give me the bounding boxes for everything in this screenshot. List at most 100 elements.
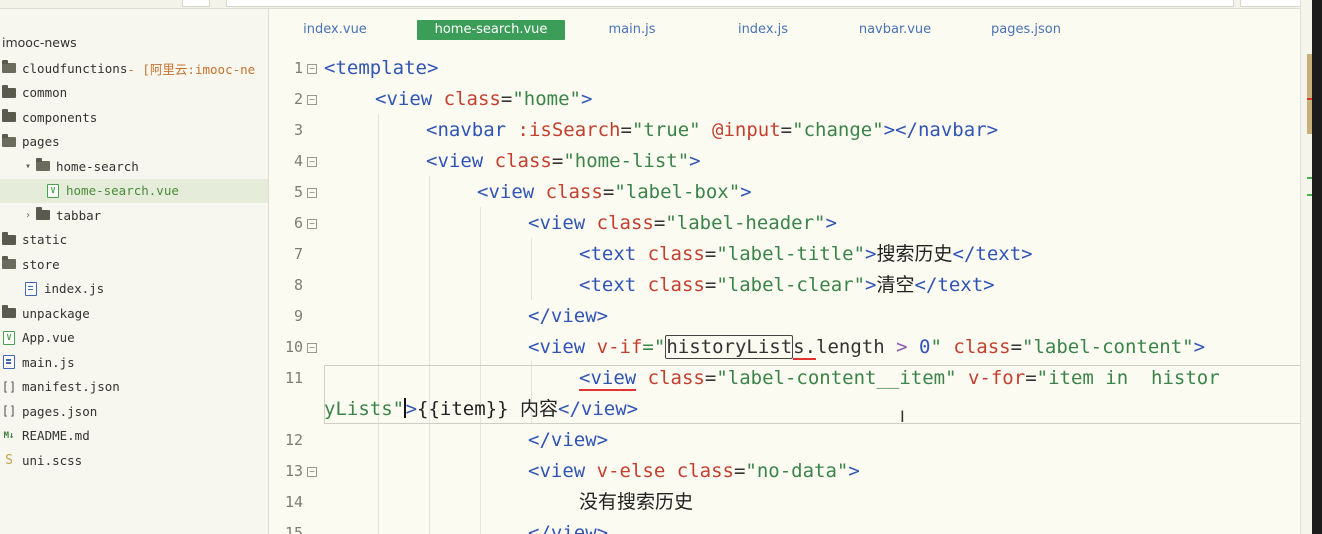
tree-item-uni-scss[interactable]: Suni.scss [0, 448, 268, 472]
line-number: 13 [284, 462, 303, 480]
tree-item-label: home-search.vue [66, 183, 179, 198]
tab-main-js[interactable]: main.js [580, 20, 684, 40]
tree-item-label: cloudfunctions [22, 60, 128, 76]
vue-file-icon: V [44, 183, 62, 199]
markdown-file-icon: M↓ [3, 430, 15, 441]
tree-item-pages[interactable]: pages [0, 130, 268, 154]
line-number: 4 [293, 152, 303, 170]
tree-item-label: App.vue [22, 330, 75, 345]
line-number: 5 [293, 183, 303, 201]
line-number: 12 [284, 431, 303, 449]
code-line[interactable]: 15 </view> [270, 518, 1310, 534]
line-number: 2 [293, 90, 303, 108]
code-line[interactable]: 6 − <view class="label-header"> [270, 208, 1310, 239]
tree-item-label: README.md [22, 428, 90, 443]
tree-item-label: static [22, 232, 68, 247]
tab-pages-json[interactable]: pages.json [976, 20, 1076, 40]
folder-cloud-icon [0, 60, 18, 76]
tree-item-label: index.js [44, 281, 105, 296]
tree-item-readme-md[interactable]: M↓ README.md [0, 424, 268, 448]
tree-item-home-search[interactable]: ▾ home-search [0, 154, 268, 178]
js-file-icon [22, 281, 40, 297]
code-line[interactable]: 13 − <view v-else class="no-data"> [270, 456, 1310, 487]
code-editor[interactable]: 1 − <template> 2 − <view class="home"> 3… [270, 52, 1310, 534]
top-toolbar-strip [0, 0, 1322, 9]
json-file-icon: [] [1, 379, 17, 394]
tree-item-home-search-vue[interactable]: Vhome-search.vue [0, 178, 268, 203]
code-line[interactable]: 10 − <view v-if="historyLists.length > 0… [270, 332, 1310, 363]
tree-item-label: store [22, 256, 60, 272]
address-bar[interactable] [226, 0, 1234, 7]
cloud-provider-note: - [阿里云:imooc-ne [127, 61, 256, 77]
tree-item-label: common [22, 85, 68, 100]
fold-toggle-icon[interactable]: − [307, 343, 317, 353]
tree-item-store[interactable]: store [0, 252, 268, 276]
code-text: </view> [528, 305, 609, 327]
tree-item-label: unpackage [22, 305, 90, 321]
code-text: <view class="home-list"> [426, 150, 701, 172]
tree-item-label: tabbar [56, 207, 102, 223]
code-line[interactable]: 11 <view class="label-content__item" v-f… [270, 363, 1310, 425]
error-squiggle: s. [793, 336, 817, 360]
tree-item-common[interactable]: common [0, 81, 268, 105]
tree-item-manifest-json[interactable]: [] manifest.json [0, 375, 268, 399]
code-text: <view class="label-box"> [477, 181, 752, 203]
chevron-down-icon[interactable]: ▾ [22, 161, 34, 172]
fold-toggle-icon[interactable]: − [307, 64, 317, 74]
chevron-right-icon[interactable]: › [22, 210, 34, 221]
tree-item-cloudfunctions[interactable]: cloudfunctions - [阿里云:imooc-ne [0, 56, 268, 80]
fold-toggle-icon[interactable]: − [307, 467, 317, 477]
code-line[interactable]: 1 − <template> [270, 53, 1310, 84]
code-text: <view v-if="historyLists.length > 0" cla… [528, 335, 1206, 360]
code-line[interactable]: 12 </view> [270, 425, 1310, 456]
code-line[interactable]: 7 <text class="label-title">搜索历史</text> [270, 239, 1310, 270]
code-text: <view class="label-content__item" v-for=… [579, 367, 1220, 391]
json-file-icon: [] [1, 404, 17, 418]
code-text: <template> [324, 57, 439, 79]
tab-index-vue[interactable]: index.vue [280, 20, 390, 40]
code-line[interactable]: 8 <text class="label-clear">清空</text> [270, 270, 1310, 301]
folder-open-icon [0, 256, 18, 272]
code-line[interactable]: 3 <navbar :isSearch="true" @input="chang… [270, 115, 1310, 146]
tree-item-unpackage[interactable]: unpackage [0, 301, 268, 325]
line-number: 1 [293, 59, 303, 77]
code-text: <navbar :isSearch="true" @input="change"… [426, 119, 999, 141]
line-number: 11 [284, 369, 303, 387]
tree-item-app-vue[interactable]: V App.vue [0, 326, 268, 350]
project-root[interactable]: imooc-news [2, 35, 77, 50]
tree-item-pages-json[interactable]: [] pages.json [0, 399, 268, 423]
code-line[interactable]: 14 没有搜索历史 [270, 487, 1310, 518]
toolbar-button[interactable] [182, 0, 210, 7]
scss-file-icon: S [5, 452, 13, 468]
tree-item-index-js[interactable]: index.js [0, 277, 268, 301]
code-text-wrapped: yLists">{{item}} 内容</view> [324, 398, 639, 420]
folder-icon [0, 109, 18, 125]
tab-index-js[interactable]: index.js [710, 20, 816, 40]
tree-item-tabbar[interactable]: › tabbar [0, 203, 268, 227]
line-number: 10 [284, 338, 303, 356]
code-line[interactable]: 9 </view> [270, 301, 1310, 332]
folder-open-icon [34, 158, 52, 174]
code-line[interactable]: 2 − <view class="home"> [270, 84, 1310, 115]
fold-toggle-icon[interactable]: − [307, 188, 317, 198]
code-text: <view v-else class="no-data"> [528, 460, 860, 482]
code-line[interactable]: 5 − <view class="label-box"> [270, 177, 1310, 208]
code-text: <view class="home"> [375, 88, 593, 110]
tree-item-static[interactable]: static [0, 228, 268, 252]
tree-item-label: main.js [22, 354, 75, 370]
code-text: <view class="label-header"> [528, 212, 837, 234]
tab-navbar-vue[interactable]: navbar.vue [848, 20, 942, 40]
code-line[interactable]: 4 − <view class="home-list"> [270, 146, 1310, 177]
code-text: </view> [528, 429, 609, 451]
fold-toggle-icon[interactable]: − [307, 157, 317, 167]
editor-tabs: index.vue home-search.vue main.js index.… [270, 18, 1310, 44]
window-edge [1312, 0, 1322, 534]
fold-toggle-icon[interactable]: − [307, 219, 317, 229]
fold-toggle-icon[interactable]: − [307, 95, 317, 105]
tree-item-label: pages.json [22, 403, 98, 419]
tab-home-search-vue[interactable]: home-search.vue [417, 20, 565, 40]
tree-item-main-js[interactable]: main.js [0, 350, 268, 374]
code-text: 没有搜索历史 [579, 491, 694, 513]
tree-item-label: uni.scss [22, 452, 83, 468]
tree-item-components[interactable]: components [0, 105, 268, 129]
